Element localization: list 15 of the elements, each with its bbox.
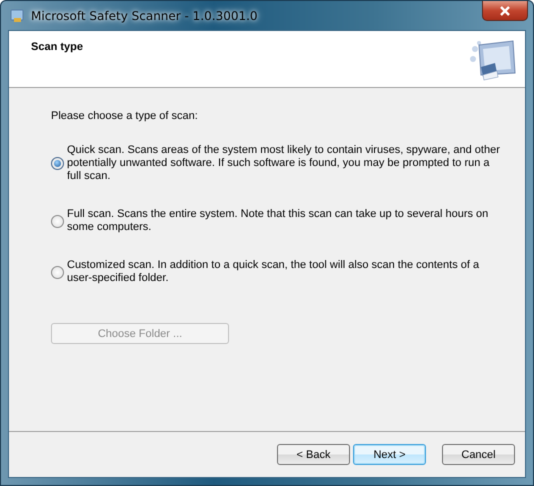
scan-option[interactable]: Full scan. Scans the entire system. Note that this scan can take up to several hours on some computers.	[51, 208, 501, 234]
radio-button[interactable]	[51, 157, 64, 170]
prompt-text: Please choose a type of scan:	[51, 110, 198, 122]
window-title: Microsoft Safety Scanner - 1.0.3001.0	[31, 8, 258, 22]
close-icon	[499, 6, 511, 16]
app-icon	[9, 8, 25, 24]
wizard-button[interactable]: Cancel	[442, 444, 515, 465]
page-title: Scan type	[31, 41, 83, 55]
radio-button[interactable]	[51, 214, 64, 228]
radio-button[interactable]	[51, 266, 64, 278]
wizard-button[interactable]: Next >	[353, 444, 426, 465]
wizard-button[interactable]: < Back	[277, 444, 350, 465]
close-button[interactable]	[482, 1, 528, 21]
scan-option[interactable]: Customized scan. In addition to a quick scan, the tool will also scan the contents of a user-specified folder.	[51, 259, 501, 285]
scan-option[interactable]: Quick scan. Scans areas of the system most likely to contain viruses, spyware, and other potentially unwanted software. If such software is found, you may be prompted to run a full scan.	[51, 144, 501, 183]
